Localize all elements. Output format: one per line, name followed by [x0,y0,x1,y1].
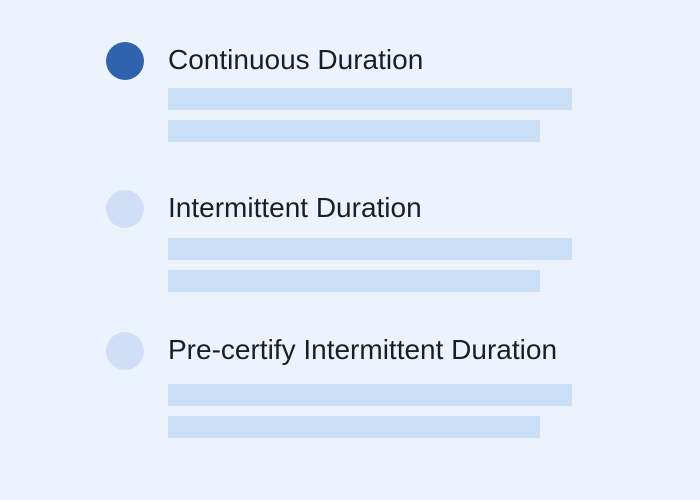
option-continuous-duration[interactable]: Continuous Duration [0,0,700,142]
description-placeholder-line [168,238,572,260]
description-placeholder-line [168,270,540,292]
radio-precertify-intermittent-duration[interactable] [106,332,144,370]
option-intermittent-duration[interactable]: Intermittent Duration [0,148,700,292]
radio-intermittent-duration[interactable] [106,190,144,228]
description-placeholder-line [168,416,540,438]
option-label[interactable]: Intermittent Duration [168,191,422,225]
description-placeholder-line [168,384,572,406]
radio-continuous-duration[interactable] [106,42,144,80]
description-placeholder-line [168,120,540,142]
option-label[interactable]: Pre-certify Intermittent Duration [168,333,557,367]
option-precertify-intermittent-duration[interactable]: Pre-certify Intermittent Duration [0,290,700,438]
description-placeholder-line [168,88,572,110]
option-label[interactable]: Continuous Duration [168,43,423,77]
